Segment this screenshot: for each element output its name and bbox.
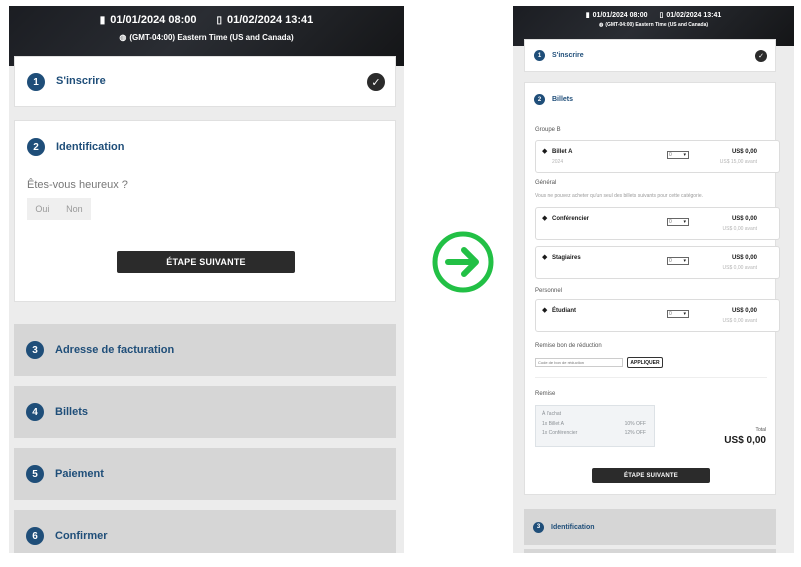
ticket-name: Billet A <box>552 149 573 155</box>
ticket-icon: ◆ <box>542 307 548 314</box>
total-label: Total <box>755 427 766 433</box>
step-number: 1 <box>534 50 545 61</box>
ticket-icon: ◆ <box>542 148 548 155</box>
step-number: 6 <box>26 527 44 545</box>
divider <box>535 377 767 378</box>
discount-line-label: 1x Conférencier <box>542 430 578 436</box>
personnel-label: Personnel <box>535 288 563 294</box>
check-icon: ✓ <box>367 73 385 91</box>
step-next-edge <box>524 549 776 553</box>
group-b-label: Groupe B <box>535 127 561 133</box>
ticket-price: US$ 0,00 <box>731 149 757 155</box>
step-identification[interactable]: 3 Identification <box>524 509 776 545</box>
step-title: Billets <box>55 406 89 418</box>
apply-button[interactable]: APPLIQUER <box>627 357 663 368</box>
start-date: ▮ 01/01/2024 08:00 <box>99 14 197 26</box>
step-title: Adresse de facturation <box>55 344 175 356</box>
timezone: ◍ (GMT-04:00) Eastern Time (US and Canada… <box>598 22 709 28</box>
arrow-right-circle-icon <box>432 231 494 293</box>
ticket-price: US$ 0,00 <box>731 255 757 261</box>
left-registration-panel: ▮ 01/01/2024 08:00 ▯ 01/02/2024 13:41 ◍ (GM… <box>9 6 404 553</box>
globe-icon: ◍ <box>598 22 604 28</box>
ticket-icon: ◆ <box>542 215 548 222</box>
ticket-row: ◆ Conférencier 0 ▾ US$ 0,00 US$ 0,00 avan… <box>535 207 780 240</box>
start-date: ▮ 01/01/2024 08:00 <box>585 11 648 20</box>
step-title: Identification <box>56 141 125 153</box>
step-title: Billets <box>552 96 574 103</box>
step-number: 3 <box>26 341 44 359</box>
option-no[interactable]: Non <box>66 204 83 214</box>
next-step-button[interactable]: ÉTAPE SUIVANTE <box>117 251 295 273</box>
step-payment[interactable]: 5 Paiement <box>14 448 396 500</box>
ticket-row: ◆ Étudiant 0 ▾ US$ 0,00 US$ 0,00 avant <box>535 299 780 332</box>
step-number: 5 <box>26 465 44 483</box>
step-number: 3 <box>533 521 544 533</box>
calendar-icon: ▯ <box>216 14 223 26</box>
step-register-card[interactable]: 1 S'inscrire ✓ <box>14 56 396 107</box>
quantity-select[interactable]: 0 ▾ <box>667 218 689 226</box>
ticket-price-sub: US$ 0,00 avant <box>722 265 757 271</box>
option-yes[interactable]: Oui <box>35 204 49 214</box>
ticket-icon: ◆ <box>542 254 548 261</box>
discount-line-label: 1x Billet A <box>542 421 564 427</box>
ticket-name: Stagiaires <box>552 255 581 261</box>
quantity-select[interactable]: 0 ▾ <box>667 257 689 265</box>
step-number: 1 <box>27 73 45 91</box>
ticket-price: US$ 0,00 <box>731 308 757 314</box>
ticket-row: ◆ Billet A 2024 0 ▾ US$ 0,00 US$ 15,00 av… <box>535 140 780 173</box>
step-tickets[interactable]: 4 Billets <box>14 386 396 438</box>
ticket-subtitle: 2024 <box>552 159 564 165</box>
step-title: Identification <box>551 523 595 531</box>
remise-label: Remise <box>535 391 556 397</box>
question-label: Êtes-vous heureux ? <box>27 179 128 191</box>
calendar-icon: ▮ <box>585 12 590 19</box>
end-date: ▯ 01/02/2024 13:41 <box>216 14 314 26</box>
ticket-price-sub: US$ 0,00 avant <box>722 318 757 324</box>
calendar-icon: ▮ <box>99 14 106 26</box>
check-icon: ✓ <box>755 50 767 62</box>
step-title: Confirmer <box>55 530 108 542</box>
step-number: 2 <box>27 138 45 156</box>
step-title: S'inscrire <box>56 75 106 87</box>
discount-summary-box: À l'achat 1x Billet A 10% OFF 1x Confére… <box>535 405 655 447</box>
timezone: ◍ (GMT-04:00) Eastern Time (US and Canada… <box>119 33 294 42</box>
end-date: ▯ 01/02/2024 13:41 <box>659 11 722 20</box>
step-title: S'inscrire <box>552 52 584 59</box>
yes-no-toggle: Oui Non <box>27 198 91 220</box>
step-number: 4 <box>26 403 44 421</box>
discount-label: Remise bon de réduction <box>535 343 602 349</box>
globe-icon: ◍ <box>119 33 127 42</box>
discount-line-value: 12% OFF <box>624 430 646 436</box>
ticket-price-sub: US$ 15,00 avant <box>719 159 757 165</box>
quantity-select[interactable]: 0 ▾ <box>667 151 689 159</box>
discount-summary-title: À l'achat <box>542 411 562 417</box>
step-billing-address[interactable]: 3 Adresse de facturation <box>14 324 396 376</box>
step-confirm[interactable]: 6 Confirmer <box>14 510 396 553</box>
calendar-icon: ▯ <box>659 12 664 19</box>
discount-line-value: 10% OFF <box>624 421 646 427</box>
step-register-card[interactable]: 1 S'inscrire ✓ <box>524 39 776 72</box>
discount-code-input[interactable] <box>535 358 623 367</box>
ticket-price: US$ 0,00 <box>731 216 757 222</box>
right-registration-panel: ▮ 01/01/2024 08:00 ▯ 01/02/2024 13:41 ◍ (GM… <box>513 6 794 553</box>
ticket-row: ◆ Stagiaires 0 ▾ US$ 0,00 US$ 0,00 avant <box>535 246 780 279</box>
step-number: 2 <box>534 94 545 105</box>
ticket-name: Étudiant <box>552 308 576 314</box>
total-value: US$ 0,00 <box>724 435 766 446</box>
general-note: Vous ne pouvez acheter qu'un seul des bi… <box>535 193 704 199</box>
general-label: Général <box>535 180 557 186</box>
step-title: Paiement <box>55 468 104 480</box>
quantity-select[interactable]: 0 ▾ <box>667 310 689 318</box>
step-tickets-card: 2 Billets Groupe B ◆ Billet A 2024 0 ▾ US… <box>524 82 780 495</box>
next-step-button[interactable]: ÉTAPE SUIVANTE <box>592 468 710 483</box>
step-identification-card: 2 Identification Êtes-vous heureux ? Oui… <box>14 120 396 302</box>
ticket-name: Conférencier <box>552 216 590 222</box>
ticket-price-sub: US$ 0,00 avant <box>722 226 757 232</box>
